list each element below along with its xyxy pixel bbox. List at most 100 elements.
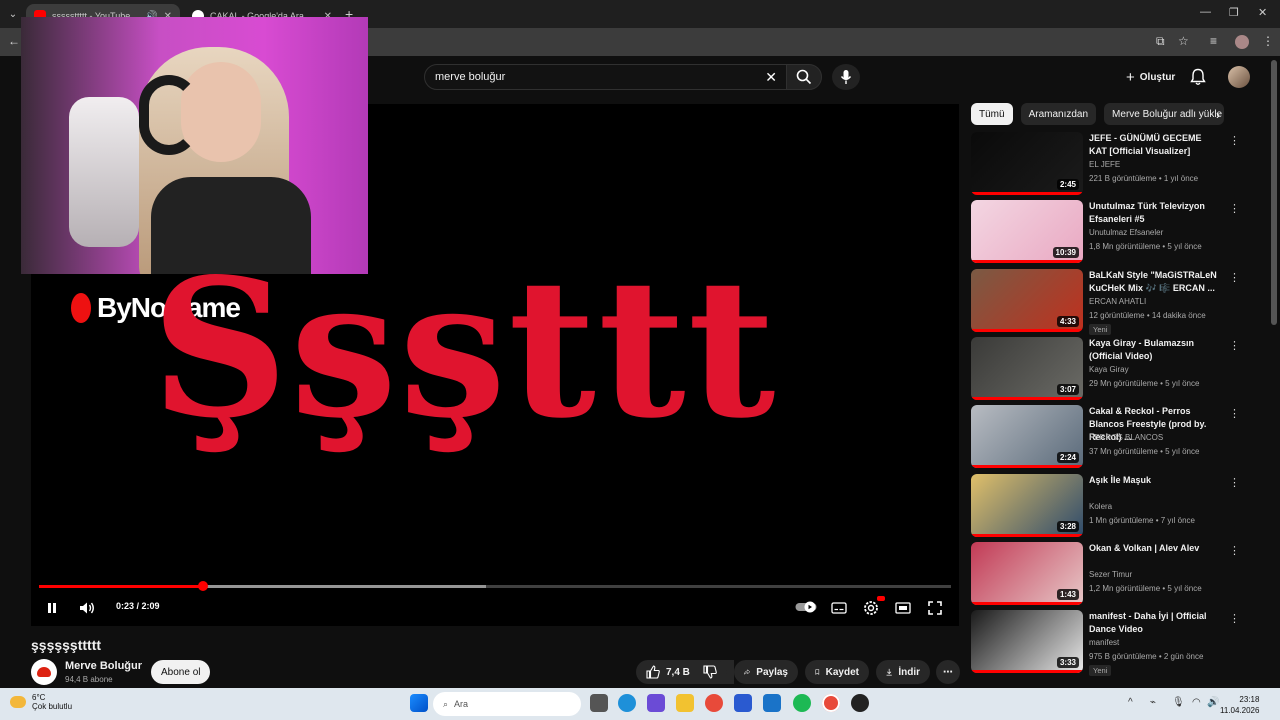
recommendation-item[interactable]: 1:43 Okan & Volkan | Alev Alev Sezer Timur… [971,542,1241,606]
more-vertical-icon[interactable]: ⋮ [1229,202,1240,215]
recommendation-thumbnail[interactable]: 1:43 [971,542,1083,605]
speaker-tray-icon[interactable]: 🔊 [1207,697,1219,708]
more-vertical-icon[interactable]: ⋮ [1229,612,1240,625]
chrome-icon[interactable] [705,694,723,712]
progress-bar[interactable] [39,581,951,591]
more-vertical-icon[interactable]: ⋮ [1229,544,1240,557]
search-input[interactable]: merve boluğur ✕ [424,64,788,90]
recommendation-channel[interactable]: Kaya Giray [1089,365,1129,374]
recommendation-item[interactable]: 3:33 manifest - Daha İyi | Official Dance… [971,610,1241,676]
clear-search-icon[interactable]: ✕ [765,69,777,86]
teams-icon[interactable] [647,694,665,712]
recommendation-thumbnail[interactable]: 10:39 [971,200,1083,263]
miniplayer-button[interactable] [893,599,913,617]
task-view-icon[interactable] [590,694,608,712]
create-button[interactable]: + Oluştur [1116,65,1185,89]
subscribe-button[interactable]: Abone ol [151,660,211,684]
recommendation-channel[interactable]: PERROS BLANCOS [1089,433,1163,442]
more-vertical-icon[interactable]: ⋮ [1229,271,1240,284]
channel-name[interactable]: Merve Boluğur [65,660,142,672]
recommendation-item[interactable]: 3:07 Kaya Giray - Bulamazsın (Official Vi… [971,337,1241,401]
chip-from-search[interactable]: Aramanızdan [1020,103,1097,125]
recommendation-channel[interactable]: Sezer Timur [1089,570,1132,579]
recommendation-title[interactable]: JEFE - GÜNÜMÜ GECEME KAT [Official Visua… [1089,132,1221,158]
more-actions-button[interactable]: ⋯ [936,660,960,684]
more-vertical-icon[interactable]: ⋮ [1229,339,1240,352]
profile-avatar-icon[interactable] [1235,35,1249,49]
gear-icon [864,601,878,615]
recommendation-channel[interactable]: manifest [1089,638,1119,647]
recommendation-thumbnail[interactable]: 2:45 [971,132,1083,195]
notifications-bell-icon[interactable] [1190,68,1206,86]
recommendation-title[interactable]: Okan & Volkan | Alev Alev [1089,542,1221,555]
mic-tray-icon[interactable]: 🎙 [1172,697,1185,708]
taskbar-search[interactable]: ⌕ Ara [433,692,581,716]
chevron-right-icon[interactable]: › [1216,108,1220,122]
recommendation-thumbnail[interactable]: 3:07 [971,337,1083,400]
weather-widget[interactable]: 6°C Çok bulutlu [10,693,72,711]
recommendation-thumbnail[interactable]: 2:24 [971,405,1083,468]
media-control-icon[interactable]: ≡ [1210,34,1217,48]
fullscreen-button[interactable] [925,599,945,617]
volume-button[interactable] [77,599,97,617]
search-button[interactable] [786,64,822,90]
close-window-icon[interactable]: ✕ [1258,6,1267,19]
restore-icon[interactable]: ❐ [1229,6,1239,19]
tray-chevron-icon[interactable]: ^ [1128,697,1133,708]
subtitles-button[interactable] [829,599,849,617]
spotify-icon[interactable] [793,694,811,712]
app-icon[interactable] [851,694,869,712]
file-explorer-icon[interactable] [676,694,694,712]
system-clock[interactable]: 23:18 11.04.2026 [1220,694,1259,716]
recommendation-title[interactable]: BaLKaN Style "MaGiSTRaLeN KuCHeK Mix 🎶 🎼… [1089,269,1221,295]
recommendation-channel[interactable]: Unutulmaz Efsaneler [1089,228,1163,237]
pause-button[interactable] [43,599,61,617]
chip-all[interactable]: Tümü [971,103,1013,125]
recommendation-channel[interactable]: Kolera [1089,502,1112,511]
more-vertical-icon[interactable]: ⋮ [1229,407,1240,420]
page-scrollbar[interactable] [1271,60,1277,325]
recommendation-channel[interactable]: EL JEFE [1089,160,1120,169]
download-button[interactable]: İndir [876,660,930,684]
channel-avatar[interactable] [31,659,57,685]
recommendation-thumbnail[interactable]: 3:33 [971,610,1083,673]
video-duration: 2:24 [1056,452,1079,463]
minimize-icon[interactable]: — [1200,6,1211,18]
recommendation-title[interactable]: manifest - Daha İyi | Official Dance Vid… [1089,610,1221,636]
more-vertical-icon[interactable]: ⋮ [1229,134,1240,147]
more-vertical-icon[interactable]: ⋮ [1229,476,1240,489]
recommendation-item[interactable]: 3:28 Aşık İle Maşuk Kolera 1 Mn görüntüleme… [971,474,1241,538]
recommendation-thumbnail[interactable]: 3:28 [971,474,1083,537]
recommendation-item[interactable]: 2:45 JEFE - GÜNÜMÜ GECEME KAT [Official V… [971,132,1241,196]
share-button[interactable]: Paylaş [734,660,798,684]
kebab-menu-icon[interactable]: ⋮ [1262,34,1274,48]
account-avatar[interactable] [1228,66,1250,88]
autoplay-toggle[interactable] [795,600,817,614]
wifi-icon[interactable]: ◠ [1192,697,1201,708]
recommendation-item[interactable]: 2:24 Cakal & Reckol - Perros Blancos Free… [971,405,1241,469]
store-icon[interactable] [734,694,752,712]
recommendation-title[interactable]: Aşık İle Maşuk [1089,474,1221,487]
settings-button[interactable] [861,596,885,617]
cast-icon[interactable]: ⧉ [1156,34,1165,49]
mail-icon[interactable] [763,694,781,712]
thumbs-up-icon [646,665,660,679]
edge-browser-icon[interactable] [618,694,636,712]
recommendation-channel[interactable]: ERCAN AHATLI [1089,297,1146,306]
recommendation-item[interactable]: 4:33 BaLKaN Style "MaGiSTRaLeN KuCHeK Mix… [971,269,1241,335]
network-icon[interactable]: ⌁ [1150,697,1156,708]
dislike-button[interactable] [695,660,727,684]
recommendation-title[interactable]: Unutulmaz Türk Televizyon Efsaneleri #5 [1089,200,1221,226]
scrubber-handle[interactable] [198,581,209,591]
windows-start-icon[interactable] [410,694,428,712]
back-arrow-icon[interactable]: ← [8,34,20,48]
tab-search-menu-icon[interactable]: ⌄ [4,5,22,23]
voice-search-button[interactable] [832,64,860,90]
recommendation-thumbnail[interactable]: 4:33 [971,269,1083,332]
chrome-active-icon[interactable] [822,694,840,712]
save-button[interactable]: Kaydet [805,660,869,684]
recommendation-title[interactable]: Kaya Giray - Bulamazsın (Official Video) [1089,337,1221,363]
chip-channel-uploads[interactable]: Merve Boluğur adlı yükle [1104,103,1225,125]
recommendation-item[interactable]: 10:39 Unutulmaz Türk Televizyon Efsaneler… [971,200,1241,264]
bookmark-star-icon[interactable]: ☆ [1178,34,1189,48]
